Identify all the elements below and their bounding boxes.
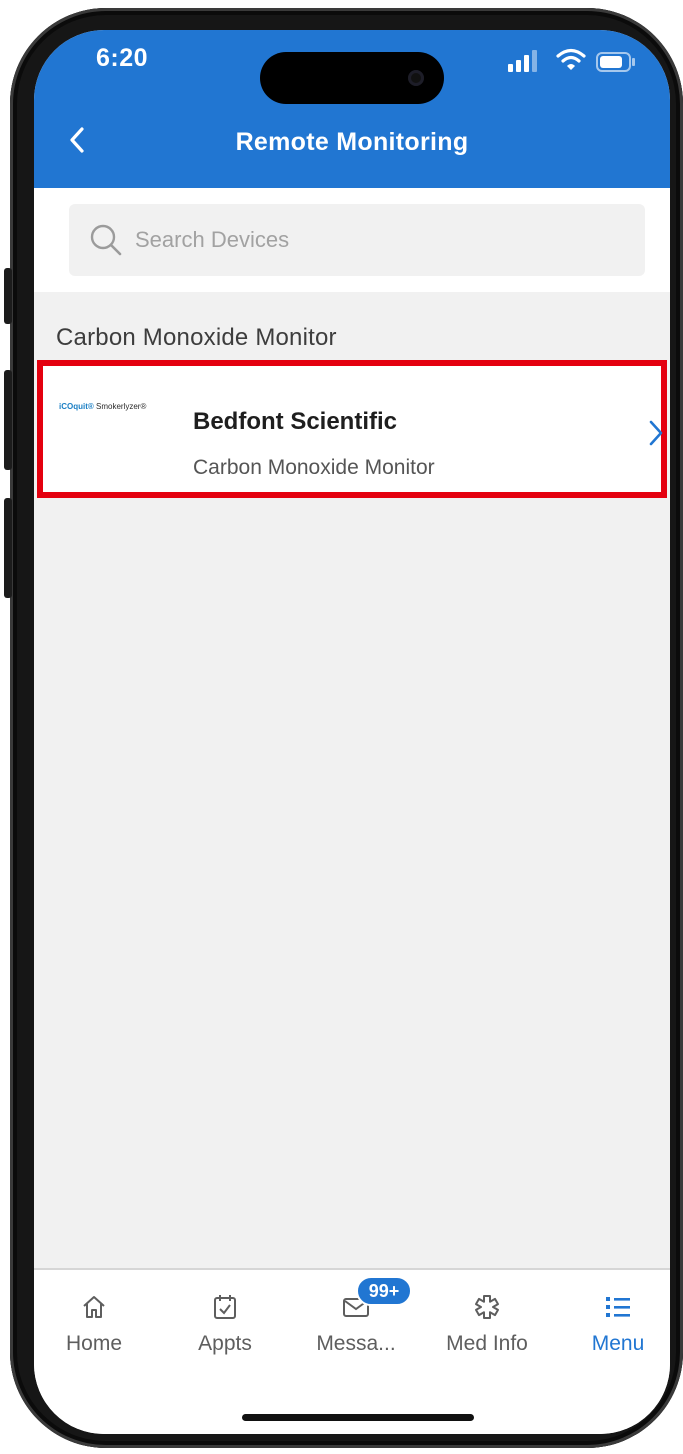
tab-label: Med Info	[446, 1332, 528, 1355]
home-indicator[interactable]	[242, 1414, 474, 1421]
tab-label: Appts	[198, 1332, 252, 1355]
device-row-bedfont-scientific[interactable]: iCOquit® Smokerlyzer® Bedfont Scientific…	[37, 360, 667, 498]
search-bar-area	[34, 188, 670, 292]
tab-messages[interactable]: 99+ Messa...	[296, 1276, 416, 1356]
tab-label: Menu	[591, 1332, 645, 1355]
tab-menu[interactable]: Menu	[558, 1292, 670, 1356]
screen: 6:20 Remote Monitoring Search Devices Ca…	[34, 30, 670, 1434]
home-icon	[83, 1296, 105, 1318]
status-icons	[508, 48, 635, 72]
medical-star-icon	[475, 1295, 499, 1319]
calendar-check-icon	[214, 1295, 236, 1319]
battery-icon	[596, 52, 635, 72]
dynamic-island	[260, 52, 444, 104]
list-icon	[606, 1297, 630, 1317]
side-button-silent	[4, 268, 12, 324]
side-button-volume-down	[4, 498, 12, 598]
device-type: Carbon Monoxide Monitor	[193, 456, 435, 479]
app-header: 6:20 Remote Monitoring	[34, 30, 670, 188]
side-button-volume-up	[4, 370, 12, 470]
chevron-right-icon	[649, 420, 663, 446]
cellular-signal-icon	[508, 50, 537, 72]
device-logo: iCOquit® Smokerlyzer®	[59, 402, 179, 416]
tab-med-info[interactable]: Med Info	[427, 1292, 547, 1356]
device-name: Bedfont Scientific	[193, 408, 398, 435]
section-header: Carbon Monoxide Monitor	[56, 324, 337, 351]
tab-appts[interactable]: Appts	[165, 1292, 285, 1356]
tab-home[interactable]: Home	[34, 1292, 154, 1356]
tab-bar: Home Appts 99+ Messa... Med Info Menu	[34, 1268, 670, 1434]
unread-badge: 99+	[356, 1276, 412, 1306]
search-input[interactable]	[135, 227, 575, 253]
page-title: Remote Monitoring	[235, 128, 469, 156]
tab-label: Messa...	[316, 1332, 396, 1355]
search-box[interactable]	[69, 204, 645, 276]
tab-label: Home	[65, 1332, 123, 1355]
device-logo-primary: iCOquit®	[59, 402, 94, 411]
wifi-icon	[556, 48, 586, 70]
search-icon	[90, 224, 122, 256]
device-logo-secondary: Smokerlyzer®	[96, 402, 147, 411]
status-time: 6:20	[96, 44, 149, 72]
